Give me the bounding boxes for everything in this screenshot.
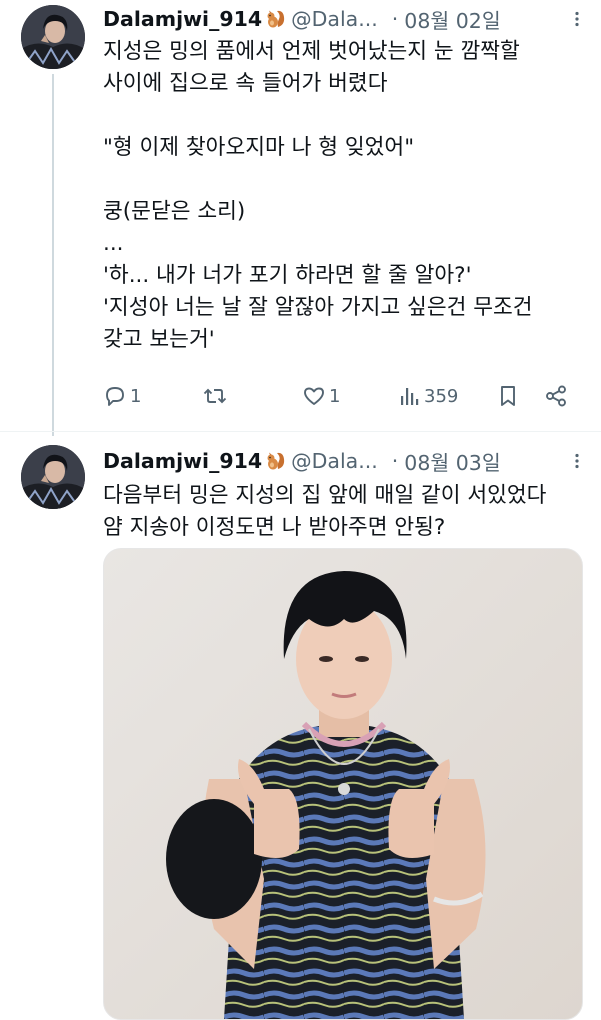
reply-icon	[106, 387, 124, 406]
more-options-icon[interactable]	[569, 11, 585, 27]
tweet-header: Dalamjwi_914 @Dala... · 08월 03일	[103, 444, 589, 478]
user-handle[interactable]: @Dala...	[291, 7, 378, 31]
person-photo-icon	[104, 549, 582, 1019]
tweet-text: 지성은 밍의 품에서 언제 벗어났는지 눈 깜짝할 사이에 집으로 속 들어가 …	[103, 39, 533, 352]
tweet-actions: 1 1 359	[103, 378, 573, 414]
more-options-icon[interactable]	[569, 453, 585, 469]
profile-photo-icon	[21, 5, 85, 69]
tweet-header: Dalamjwi_914 @Dala... · 08월 02일	[103, 2, 589, 36]
avatar[interactable]	[21, 5, 85, 69]
reply-button[interactable]: 1	[103, 378, 141, 414]
tweet[interactable]: Dalamjwi_914 @Dala... · 08월 03일 다음부터 밍은 …	[0, 432, 601, 1020]
squirrel-emoji-icon	[263, 449, 287, 473]
tweet[interactable]: Dalamjwi_914 @Dala... · 08월 02일 지성은 밍의 품…	[0, 0, 601, 436]
bookmark-button[interactable]	[496, 378, 520, 414]
views-button[interactable]: 359	[399, 378, 458, 414]
reply-count: 1	[130, 385, 142, 407]
display-name[interactable]: Dalamjwi_914	[103, 7, 262, 31]
separator-dot: ·	[391, 7, 399, 31]
user-handle[interactable]: @Dala...	[291, 449, 378, 473]
retweet-button[interactable]	[202, 378, 231, 414]
squirrel-emoji-icon	[263, 7, 287, 31]
like-count: 1	[329, 385, 341, 407]
thread-connector	[52, 74, 54, 436]
like-button[interactable]: 1	[302, 378, 340, 414]
display-name[interactable]: Dalamjwi_914	[103, 449, 262, 473]
share-icon	[546, 385, 566, 407]
profile-photo-icon	[21, 445, 85, 509]
bookmark-icon	[501, 386, 515, 406]
views-chart-icon	[401, 388, 419, 405]
tweet-date[interactable]: 08월 02일	[404, 4, 500, 34]
retweet-icon	[203, 388, 227, 404]
view-count: 359	[424, 385, 459, 407]
avatar[interactable]	[21, 445, 85, 509]
tweet-date[interactable]: 08월 03일	[404, 446, 500, 476]
tweet-text: 다음부터 밍은 지성의 집 앞에 매일 같이 서있었다 얌 지송아 이정도면 나…	[103, 483, 547, 540]
heart-icon	[304, 387, 324, 405]
tweet-photo[interactable]	[103, 548, 583, 1020]
separator-dot: ·	[391, 449, 399, 473]
share-button[interactable]	[544, 378, 568, 414]
